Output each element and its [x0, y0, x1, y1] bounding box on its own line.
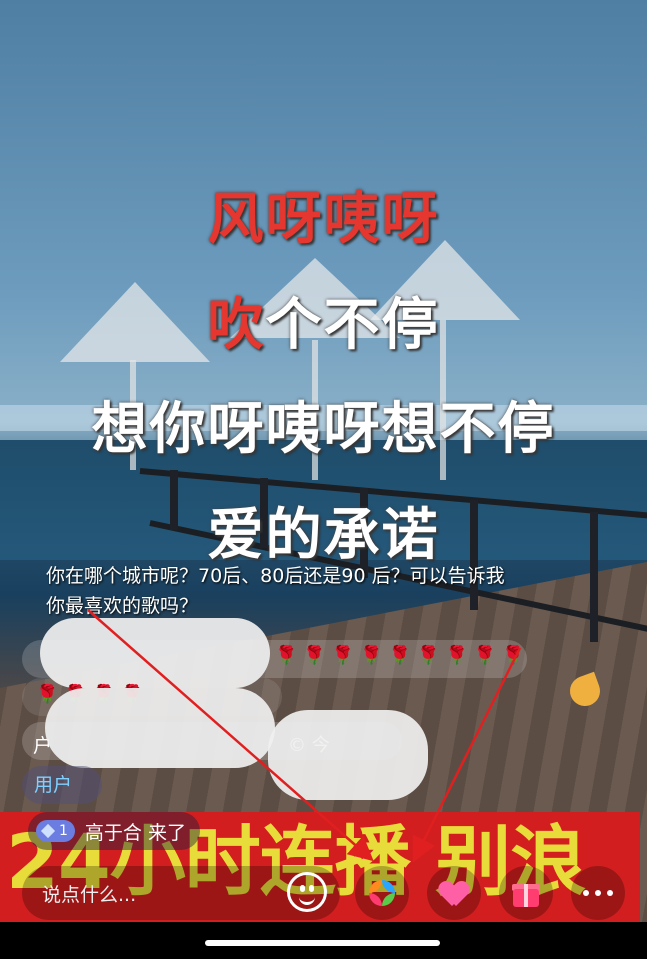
annotation-arrows: [87, 609, 522, 863]
annotation-arrow: [412, 647, 522, 863]
annotation-arrow: [87, 609, 374, 862]
home-indicator[interactable]: [205, 940, 440, 946]
home-indicator-bar: [0, 922, 647, 959]
